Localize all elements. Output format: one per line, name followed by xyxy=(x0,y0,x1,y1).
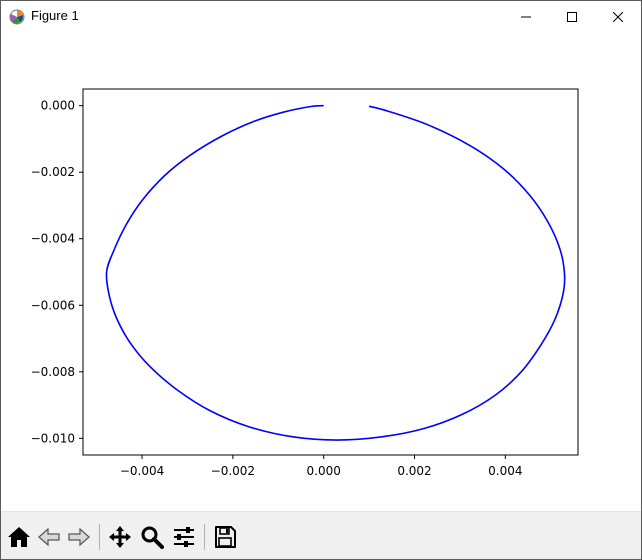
arrow-left-icon xyxy=(38,527,60,547)
window-title: Figure 1 xyxy=(31,8,79,23)
home-icon xyxy=(8,527,30,547)
forward-button[interactable] xyxy=(65,522,93,552)
toolbar-separator xyxy=(204,524,205,550)
minimize-button[interactable] xyxy=(503,1,549,32)
close-icon xyxy=(613,11,623,22)
x-tick-label: 0.000 xyxy=(307,464,341,478)
pan-button[interactable] xyxy=(106,522,134,552)
maximize-icon xyxy=(567,11,577,22)
figure-canvas[interactable]: −0.004 −0.002 0.000 0.002 0.004 0.000 −0.002 −0… xyxy=(1,32,641,510)
magnifier-icon xyxy=(141,526,164,549)
zoom-button[interactable] xyxy=(138,522,166,552)
figure-window: Figure 1 −0.004 −0.002 0.000 0.002 0.004 0.00… xyxy=(0,0,642,560)
home-button[interactable] xyxy=(5,522,33,552)
sliders-icon xyxy=(174,527,194,547)
save-button[interactable] xyxy=(211,522,239,552)
toolbar-separator xyxy=(99,524,100,550)
y-tick-label: −0.008 xyxy=(31,365,75,379)
title-bar[interactable]: Figure 1 xyxy=(1,1,641,32)
axes-frame xyxy=(82,88,579,456)
navigation-toolbar xyxy=(1,511,641,559)
y-tick-label: 0.000 xyxy=(41,99,75,113)
y-tick-label: −0.002 xyxy=(31,165,75,179)
back-button[interactable] xyxy=(35,522,63,552)
minimize-icon xyxy=(521,16,531,17)
move-icon xyxy=(109,526,131,548)
arrow-right-icon xyxy=(68,527,90,547)
matplotlib-logo-icon xyxy=(9,9,25,25)
y-tick-label: −0.006 xyxy=(31,298,75,312)
x-tick-label: −0.002 xyxy=(211,464,255,478)
close-button[interactable] xyxy=(595,1,641,32)
plot-svg[interactable]: −0.004 −0.002 0.000 0.002 0.004 0.000 −0.002 −0… xyxy=(1,32,641,510)
configure-button[interactable] xyxy=(170,522,198,552)
maximize-button[interactable] xyxy=(549,1,595,32)
floppy-disk-icon xyxy=(215,526,236,548)
y-tick-label: −0.010 xyxy=(31,431,75,445)
x-tick-label: 0.002 xyxy=(397,464,431,478)
y-tick-label: −0.004 xyxy=(31,232,75,246)
x-tick-label: 0.004 xyxy=(488,464,522,478)
x-tick-label: −0.004 xyxy=(120,464,164,478)
